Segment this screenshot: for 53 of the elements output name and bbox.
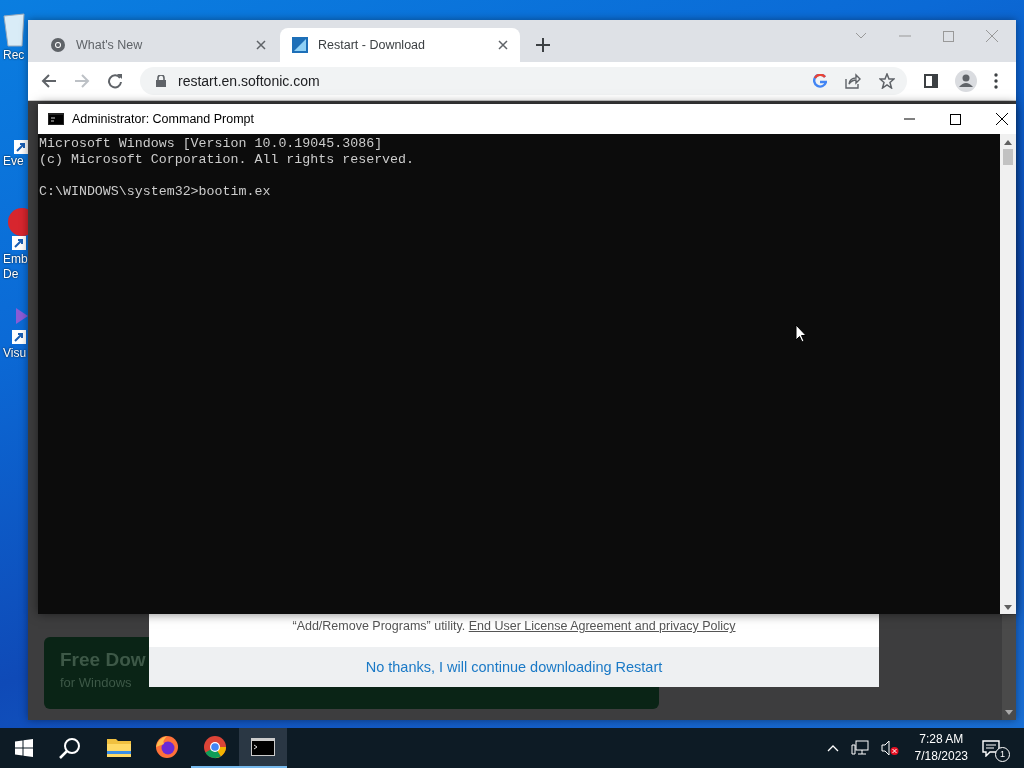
menu-icon[interactable] [994, 73, 998, 89]
license-link[interactable]: End User License Agreement and privacy Policy [468, 619, 736, 633]
clock[interactable]: 7:28 AM 7/18/2023 [914, 731, 968, 765]
scroll-down-icon[interactable] [1004, 605, 1012, 610]
console-scrollbar[interactable] [1000, 134, 1016, 614]
console-line: (c) Microsoft Corporation. All rights reserved. [39, 152, 416, 168]
page-scrollbar[interactable] [1002, 615, 1016, 720]
profile-icon[interactable] [955, 70, 977, 92]
google-icon[interactable] [813, 74, 827, 88]
share-icon[interactable] [845, 73, 861, 89]
lock-icon [156, 75, 166, 87]
console-icon [251, 738, 275, 756]
desktop-icon-label[interactable]: Eve [0, 154, 24, 169]
reload-icon[interactable] [107, 73, 123, 89]
mouse-cursor-icon [795, 324, 807, 343]
clock-date: 7/18/2023 [914, 748, 968, 765]
window-title: Administrator: Command Prompt [72, 112, 254, 126]
network-icon[interactable] [850, 740, 869, 756]
scroll-down-icon[interactable] [1005, 710, 1013, 715]
desktop-icon-label[interactable]: Emb De [0, 252, 28, 282]
shortcut-icon[interactable] [14, 140, 28, 154]
console-prompt: C:\WINDOWS\system32>bootim.ex [39, 184, 272, 200]
console-line: Microsoft Windows [Version 10.0.19045.3086] [39, 136, 384, 152]
scroll-thumb[interactable] [1003, 149, 1013, 165]
globe-icon [50, 37, 66, 53]
desktop-icon-label[interactable]: Rec [0, 48, 25, 63]
browser-tab[interactable]: Restart - Download [280, 28, 520, 62]
browser-tab[interactable]: What's New [38, 28, 278, 62]
maximize-icon[interactable] [950, 113, 961, 125]
search-icon[interactable] [59, 737, 81, 759]
desktop-icon-label[interactable]: Visu [0, 346, 27, 361]
address-bar[interactable]: restart.en.softonic.com [140, 67, 907, 95]
notification-count: 1 [995, 747, 1010, 762]
taskbar-app[interactable] [239, 728, 287, 768]
firefox-icon [155, 735, 179, 759]
side-panel-icon[interactable] [924, 74, 938, 88]
notification-icon[interactable] [982, 739, 1000, 757]
chevron-up-icon[interactable] [826, 744, 839, 752]
close-icon[interactable] [498, 40, 508, 50]
volume-muted-icon[interactable] [880, 740, 899, 756]
new-tab-icon[interactable] [536, 38, 550, 52]
clock-time: 7:28 AM [919, 731, 964, 748]
scroll-up-icon[interactable] [1004, 140, 1012, 145]
back-icon[interactable] [41, 73, 57, 89]
console-icon [48, 113, 64, 125]
site-icon [292, 37, 308, 53]
folder-icon [107, 737, 131, 757]
chrome-icon [203, 735, 227, 759]
start-icon[interactable] [15, 739, 33, 757]
decline-button[interactable]: No thanks, I will continue downloading Restart [149, 647, 879, 687]
close-icon[interactable] [996, 113, 1008, 125]
star-icon[interactable] [879, 73, 895, 89]
dialog-text: “Add/Remove Programs” utility. [292, 619, 466, 633]
